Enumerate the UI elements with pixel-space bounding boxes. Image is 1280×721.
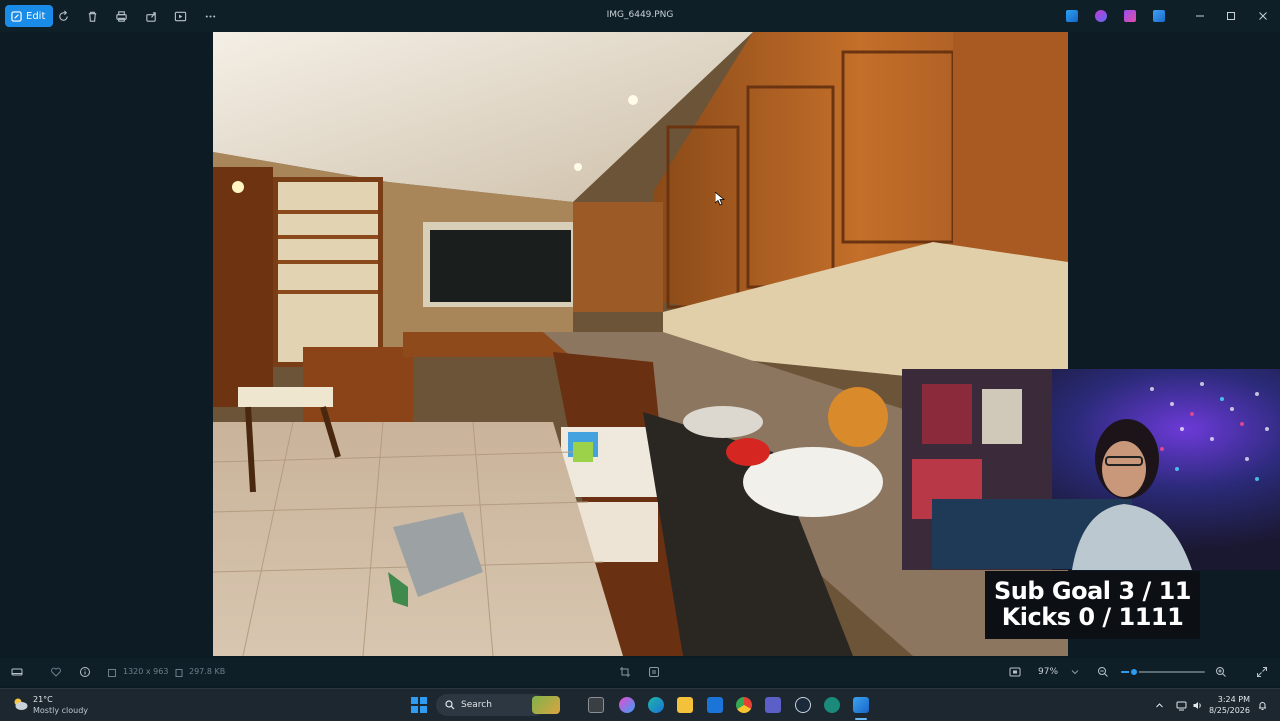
volume-button[interactable] bbox=[1191, 699, 1203, 711]
windows-taskbar: 21°C Mostly cloudy 3:24 PM 8/25/2026 bbox=[0, 688, 1280, 721]
bell-icon bbox=[1258, 701, 1266, 710]
kicks-goal-text: Kicks 0 / 1111 bbox=[1001, 603, 1184, 631]
notifications-button[interactable] bbox=[1256, 699, 1268, 711]
search-highlight-icon[interactable] bbox=[532, 696, 560, 714]
sub-goal-overlay: Sub Goal 3 / 11 Kicks 0 / 1111 bbox=[985, 571, 1200, 639]
copilot-icon[interactable] bbox=[619, 697, 635, 713]
fullscreen-button[interactable] bbox=[1255, 665, 1269, 679]
obs-icon[interactable] bbox=[824, 697, 840, 713]
edge-icon[interactable] bbox=[648, 697, 664, 713]
weather-description[interactable]: Mostly cloudy bbox=[33, 706, 88, 715]
chrome-icon[interactable] bbox=[736, 697, 752, 713]
search-icon bbox=[445, 700, 455, 710]
delete-icon bbox=[88, 11, 96, 22]
more-icon bbox=[205, 14, 215, 18]
share-icon bbox=[145, 11, 156, 22]
zoom-level-dropdown[interactable]: 97% bbox=[1038, 667, 1058, 677]
print-icon bbox=[115, 10, 127, 22]
streamer-webcam-image bbox=[902, 369, 1280, 570]
weather-temperature[interactable]: 21°C bbox=[33, 695, 53, 704]
cloudy-weather-icon[interactable] bbox=[12, 697, 28, 711]
chevron-up-icon bbox=[1155, 702, 1163, 707]
start-button[interactable] bbox=[411, 697, 427, 713]
taskbar-search[interactable] bbox=[436, 694, 560, 716]
heart-icon bbox=[51, 667, 61, 677]
share-button[interactable] bbox=[143, 8, 159, 24]
photos-app-icon[interactable] bbox=[853, 697, 869, 713]
viewer-toolbar: Edit IMG_6449.PNG bbox=[0, 0, 1280, 32]
teams-icon[interactable] bbox=[765, 697, 781, 713]
onedrive-icon[interactable] bbox=[1153, 10, 1165, 22]
print-button[interactable] bbox=[113, 8, 129, 24]
slideshow-button[interactable] bbox=[172, 8, 188, 24]
file-size-icon bbox=[175, 669, 183, 677]
more-button[interactable] bbox=[202, 8, 218, 24]
zoom-in-button[interactable] bbox=[1214, 665, 1228, 679]
viewer-statusbar: 1320 x 963 297.8 KB 97% bbox=[0, 658, 1280, 686]
favorite-button[interactable] bbox=[49, 665, 63, 679]
clock[interactable]: 3:24 PM 8/25/2026 bbox=[1208, 694, 1250, 716]
dimensions-icon bbox=[108, 669, 116, 677]
visual-search-button[interactable] bbox=[647, 665, 661, 679]
filmstrip-button[interactable] bbox=[10, 665, 24, 679]
restore-button[interactable] bbox=[1224, 9, 1238, 23]
chevron-down-icon bbox=[1071, 670, 1079, 675]
minimize-icon bbox=[1196, 15, 1204, 17]
crop-icon bbox=[620, 667, 630, 677]
network-button[interactable] bbox=[1175, 699, 1187, 711]
image-dimensions: 1320 x 963 bbox=[123, 667, 169, 676]
delete-button[interactable] bbox=[84, 8, 100, 24]
steam-icon[interactable] bbox=[795, 697, 811, 713]
rotate-icon bbox=[58, 10, 68, 21]
fit-to-window-button[interactable] bbox=[1008, 665, 1022, 679]
edit-button[interactable]: Edit bbox=[5, 5, 54, 27]
rotate-button[interactable] bbox=[55, 8, 71, 24]
slideshow-icon bbox=[174, 11, 186, 21]
clock-date: 8/25/2026 bbox=[1208, 706, 1250, 715]
visual-search-icon bbox=[649, 667, 659, 677]
crop-button[interactable] bbox=[618, 665, 632, 679]
clipchamp-icon[interactable] bbox=[1066, 10, 1078, 22]
outlook-icon[interactable] bbox=[707, 697, 723, 713]
edit-button-label: Edit bbox=[26, 10, 46, 22]
minimize-button[interactable] bbox=[1193, 9, 1207, 23]
filmstrip-icon bbox=[11, 668, 23, 676]
file-explorer-icon[interactable] bbox=[677, 697, 693, 713]
zoom-out-button[interactable] bbox=[1096, 665, 1110, 679]
zoom-slider-thumb[interactable] bbox=[1128, 667, 1139, 677]
show-hidden-icons-button[interactable] bbox=[1153, 699, 1165, 711]
designer-icon[interactable] bbox=[1095, 10, 1107, 22]
network-icon bbox=[1176, 701, 1186, 710]
expand-icon bbox=[1257, 667, 1267, 677]
sub-goal-text: Sub Goal 3 / 11 bbox=[994, 577, 1191, 605]
file-info-button[interactable] bbox=[78, 665, 92, 679]
zoom-out-icon bbox=[1098, 667, 1108, 677]
close-button[interactable] bbox=[1256, 9, 1270, 23]
search-input[interactable] bbox=[459, 699, 533, 711]
info-icon bbox=[80, 667, 90, 677]
editor-icon[interactable] bbox=[1124, 10, 1136, 22]
fit-window-icon bbox=[1009, 667, 1021, 677]
clock-time: 3:24 PM bbox=[1217, 695, 1250, 704]
speaker-icon bbox=[1193, 701, 1201, 709]
file-name-title: IMG_6449.PNG bbox=[606, 10, 674, 20]
task-view-icon[interactable] bbox=[588, 697, 604, 713]
edit-icon bbox=[11, 10, 22, 22]
restore-icon bbox=[1227, 12, 1235, 20]
zoom-dropdown-chevron[interactable] bbox=[1068, 665, 1082, 679]
mouse-cursor-icon bbox=[715, 192, 725, 206]
file-size: 297.8 KB bbox=[189, 667, 226, 676]
webcam-overlay bbox=[902, 369, 1280, 570]
zoom-in-icon bbox=[1216, 667, 1226, 677]
close-icon bbox=[1259, 12, 1267, 20]
